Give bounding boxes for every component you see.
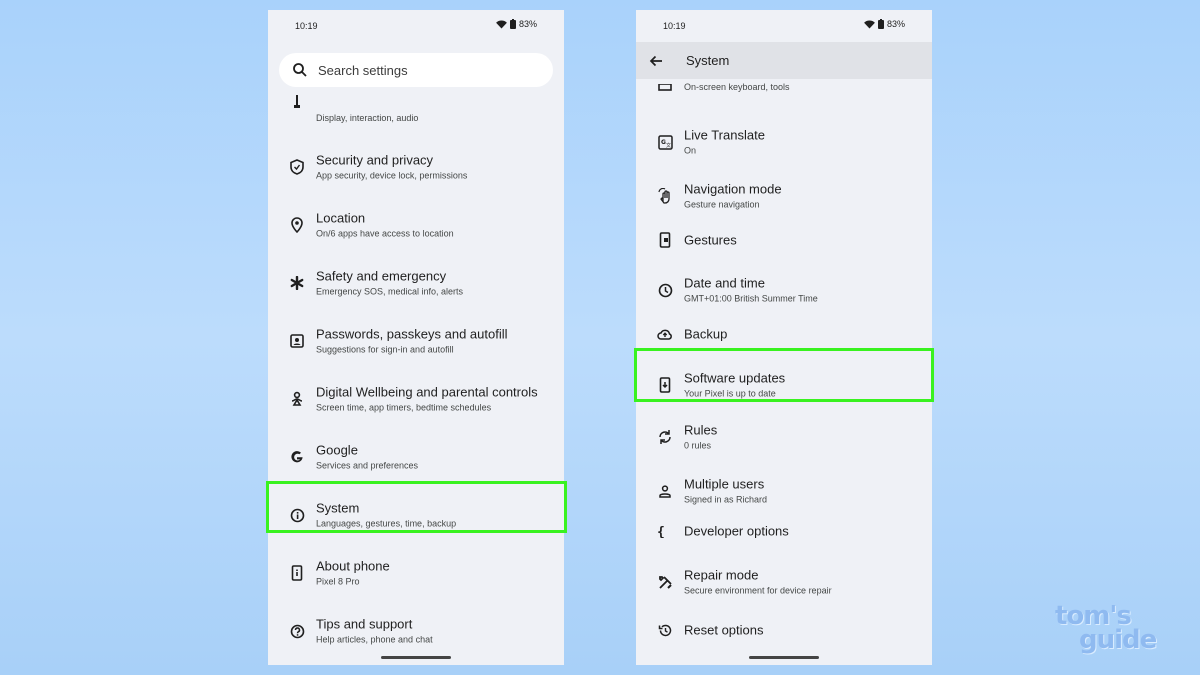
page-title: System	[686, 53, 730, 68]
settings-item-accessibility[interactable]: Display, interaction, audio	[268, 90, 564, 123]
status-bar: 10:19 83%	[636, 10, 932, 42]
settings-item-title: Gestures	[684, 232, 737, 248]
settings-item-tips-support[interactable]: Tips and support Help articles, phone and…	[268, 605, 564, 657]
app-bar: System	[636, 42, 932, 79]
settings-item-subtitle: On/6 apps have access to location	[316, 228, 454, 239]
gesture-navigation-bar[interactable]	[749, 656, 819, 659]
settings-screen: 10:19 83% Search settings Display, inter…	[268, 10, 564, 665]
highlight-system	[266, 481, 567, 533]
settings-item-safety[interactable]: Safety and emergency Emergency SOS, medic…	[268, 257, 564, 309]
settings-item-title: Tips and support	[316, 616, 413, 632]
system-settings-screen: 10:19 83% On-screen keyboard, tools G文 L…	[636, 10, 932, 665]
cloud-upload-icon	[656, 325, 674, 343]
settings-item-title: Reset options	[684, 622, 764, 638]
phone-gesture-icon	[656, 231, 674, 249]
settings-item-passwords[interactable]: Passwords, passkeys and autofill Suggesti…	[268, 315, 564, 367]
settings-item-subtitle: Signed in as Richard	[684, 494, 768, 505]
gesture-hand-icon	[656, 187, 674, 205]
settings-item-rules[interactable]: Rules 0 rules	[636, 411, 932, 463]
settings-item-repair-mode[interactable]: Repair mode Secure environment for device…	[636, 556, 932, 608]
settings-item-title: Repair mode	[684, 567, 759, 583]
settings-item-gestures[interactable]: Gestures	[636, 216, 932, 264]
settings-item-keyboard[interactable]: On-screen keyboard, tools	[636, 76, 932, 98]
wellbeing-icon	[288, 390, 306, 408]
settings-item-subtitle: Pixel 8 Pro	[316, 576, 360, 587]
settings-item-subtitle: Suggestions for sign-in and autofill	[316, 344, 454, 355]
battery-percent: 83%	[886, 19, 905, 29]
settings-item-about-phone[interactable]: About phone Pixel 8 Pro	[268, 547, 564, 599]
settings-item-subtitle: On-screen keyboard, tools	[684, 82, 790, 92]
settings-item-live-translate[interactable]: G文 Live Translate On	[636, 116, 932, 168]
search-icon	[292, 62, 308, 78]
person-icon	[656, 482, 674, 500]
clock-icon	[656, 281, 674, 299]
translate-icon: G文	[656, 133, 674, 151]
highlight-software-updates	[634, 348, 934, 402]
search-settings-bar[interactable]: Search settings	[279, 53, 553, 87]
settings-item-title: Date and time	[684, 275, 765, 291]
settings-item-security[interactable]: Security and privacy App security, device…	[268, 141, 564, 193]
status-time: 10:19	[663, 21, 686, 31]
settings-item-developer-options[interactable]: { } Developer options	[636, 507, 932, 555]
settings-item-title: Location	[316, 210, 366, 226]
settings-item-title: Digital Wellbeing and parental controls	[316, 384, 538, 400]
settings-item-subtitle: 0 rules	[684, 440, 712, 451]
wifi-icon	[864, 19, 875, 29]
settings-item-subtitle: Secure environment for device repair	[684, 585, 832, 596]
wifi-icon	[496, 19, 507, 29]
settings-item-reset-options[interactable]: Reset options	[636, 606, 932, 654]
search-placeholder: Search settings	[318, 62, 408, 78]
settings-item-title: Developer options	[684, 523, 789, 539]
settings-item-title: Navigation mode	[684, 181, 782, 197]
gesture-navigation-bar[interactable]	[381, 656, 451, 659]
settings-item-title: Security and privacy	[316, 152, 434, 168]
status-bar: 10:19 83%	[268, 10, 564, 42]
settings-item-subtitle: Display, interaction, audio	[316, 113, 419, 123]
settings-item-title: Multiple users	[684, 476, 765, 492]
braces-icon: { }	[656, 522, 674, 540]
location-pin-icon	[288, 216, 306, 234]
settings-item-title: Google	[316, 442, 358, 458]
svg-text:{ }: { }	[657, 525, 673, 538]
settings-item-subtitle: Screen time, app timers, bedtime schedul…	[316, 402, 492, 413]
settings-item-date-time[interactable]: Date and time GMT+01:00 British Summer Ti…	[636, 264, 932, 316]
back-arrow-icon[interactable]	[648, 53, 664, 69]
account-box-icon	[288, 332, 306, 350]
settings-item-location[interactable]: Location On/6 apps have access to locatio…	[268, 199, 564, 251]
keyboard-icon	[656, 79, 674, 97]
settings-item-google[interactable]: Google Services and preferences	[268, 431, 564, 483]
settings-item-title: Backup	[684, 326, 728, 342]
settings-item-subtitle: On	[684, 145, 697, 156]
svg-text:文: 文	[666, 142, 671, 149]
settings-item-title: Rules	[684, 422, 718, 438]
battery-icon	[877, 19, 884, 29]
status-time: 10:19	[295, 21, 318, 31]
settings-item-title: About phone	[316, 558, 390, 574]
phone-info-icon	[288, 564, 306, 582]
settings-item-subtitle: Services and preferences	[316, 460, 419, 471]
settings-item-title: Live Translate	[684, 127, 765, 143]
logo-line-2: guide	[1079, 625, 1157, 655]
settings-item-subtitle: Help articles, phone and chat	[316, 634, 433, 645]
battery-percent: 83%	[518, 19, 537, 29]
asterisk-icon	[288, 274, 306, 292]
tools-icon	[656, 573, 674, 591]
settings-item-title: Safety and emergency	[316, 268, 447, 284]
settings-item-subtitle: Gesture navigation	[684, 199, 760, 210]
accessibility-icon	[288, 93, 306, 111]
toms-guide-logo: tom's guide	[1055, 603, 1157, 655]
settings-item-digital-wellbeing[interactable]: Digital Wellbeing and parental controls S…	[268, 373, 564, 425]
help-icon	[288, 622, 306, 640]
settings-item-title: Passwords, passkeys and autofill	[316, 326, 508, 342]
settings-item-subtitle: GMT+01:00 British Summer Time	[684, 293, 818, 304]
settings-item-subtitle: App security, device lock, permissions	[316, 170, 468, 181]
settings-item-navigation-mode[interactable]: Navigation mode Gesture navigation	[636, 170, 932, 222]
rules-icon	[656, 428, 674, 446]
history-icon	[656, 621, 674, 639]
battery-icon	[509, 19, 516, 29]
google-icon	[288, 448, 306, 466]
shield-icon	[288, 158, 306, 176]
settings-item-subtitle: Emergency SOS, medical info, alerts	[316, 286, 464, 297]
